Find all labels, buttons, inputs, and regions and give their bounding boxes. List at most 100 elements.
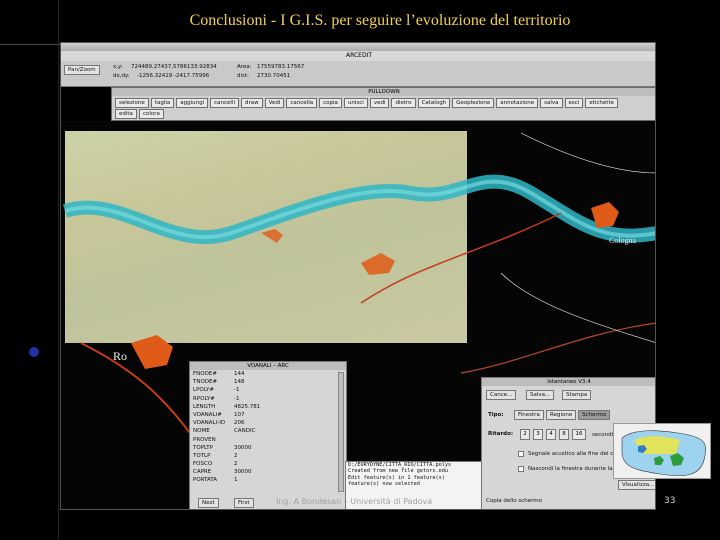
ritardo-option[interactable]: 4: [546, 429, 556, 440]
attribute-row: NOME CANDIC: [190, 427, 346, 435]
attribute-value[interactable]: 148: [234, 378, 245, 386]
attribute-value[interactable]: 2: [234, 452, 238, 460]
dietro-button[interactable]: dietro: [391, 98, 416, 108]
inset-map: [613, 423, 711, 479]
attribute-row: PORTATA 1: [190, 476, 346, 484]
attribute-value[interactable]: 30000: [234, 468, 252, 476]
cancella-button[interactable]: cancella: [286, 98, 318, 108]
attribute-row: FNODE# 144: [190, 370, 346, 378]
attribute-key: TOPLTP: [193, 444, 213, 451]
attribute-row: LENGTH 4825.781: [190, 403, 346, 411]
attribute-key: CAPRE: [193, 469, 212, 476]
attribute-window-title: VOANALI – ARC: [190, 362, 346, 370]
attribute-value[interactable]: CANDIC: [234, 427, 255, 435]
attribute-key: VOANALI#: [193, 411, 222, 418]
attribute-row: CAPRE 30000: [190, 468, 346, 476]
istantaneo-description: Copia dello schermo: [486, 498, 543, 504]
urban-area: [261, 229, 283, 243]
inset-map-graphic: [621, 430, 706, 477]
aggiungi-button[interactable]: aggiungi: [176, 98, 209, 108]
annotazione-button[interactable]: annotazione: [496, 98, 539, 108]
attribute-row: FOSCO 2: [190, 460, 346, 468]
gis-screenshot: ARCEDIT Pan/Zoom x,y: 724489.27437,57861…: [60, 42, 656, 510]
draw-button[interactable]: draw: [241, 98, 263, 108]
attribute-value[interactable]: 2: [234, 460, 238, 468]
attribute-row: RPOLY# -1: [190, 395, 346, 403]
attribute-row: TOTLP 2: [190, 452, 346, 460]
colora-button[interactable]: colora: [138, 109, 164, 119]
attribute-key: LENGTH: [193, 403, 216, 410]
console-line: feature(s) now selected: [348, 481, 420, 488]
attribute-row: VOANALI-ID 206: [190, 419, 346, 427]
tipo-schermo-option[interactable]: Schermo: [578, 410, 611, 420]
hide-window-checkbox[interactable]: [518, 466, 524, 472]
save-button[interactable]: Salva...: [526, 390, 555, 400]
attribute-row: TNODE# 148: [190, 378, 346, 386]
edita-button[interactable]: edita: [115, 109, 137, 119]
view-button[interactable]: Visualizza...: [618, 480, 655, 490]
taglia-button[interactable]: taglia: [150, 98, 175, 108]
attribute-scrollbar[interactable]: [338, 372, 344, 492]
pulldown-title: PULLDOWN: [112, 88, 655, 96]
geoplezione-button[interactable]: Geoplezione: [452, 98, 495, 108]
canal-line: [460, 322, 655, 374]
beep-checkbox[interactable]: [518, 451, 524, 457]
road-line: [520, 132, 655, 174]
urban-area: [361, 253, 395, 275]
slide-bullet-dot: [29, 347, 39, 357]
attribute-key: VOANALI-ID: [193, 420, 226, 427]
attribute-value[interactable]: 107: [234, 411, 245, 419]
tipo-regione-option[interactable]: Regione: [546, 410, 577, 420]
slide-rule: [0, 44, 60, 45]
vedi-2-button[interactable]: vedi: [369, 98, 390, 108]
tipo-finestra-option[interactable]: Finestra: [514, 410, 544, 420]
attribute-value[interactable]: 4825.781: [234, 403, 260, 411]
attribute-row: VOANALI# 107: [190, 411, 346, 419]
attribute-key: PROVEN: [193, 436, 216, 443]
attribute-key: NOME: [193, 428, 210, 435]
cancelli-button[interactable]: cancelli: [210, 98, 240, 108]
ritardo-option[interactable]: 2: [520, 429, 530, 440]
slide-footer: Ing. A Bondesan – Università di Padova: [276, 497, 433, 506]
attribute-key: PORTATA: [193, 477, 218, 484]
ritardo-option[interactable]: 3: [533, 429, 543, 440]
attribute-window: VOANALI – ARC FNODE# 144 TNODE# 148 LPOLY#…: [189, 361, 347, 509]
attribute-key: LPOLY#: [193, 387, 215, 394]
ritardo-option[interactable]: 16: [572, 429, 586, 440]
catalogh-button[interactable]: Catalogh: [417, 98, 451, 108]
first-button[interactable]: First: [234, 498, 254, 508]
attribute-row: PROVEN: [190, 436, 346, 444]
vedi-button[interactable]: Vedi: [264, 98, 285, 108]
slide-border-line: [58, 0, 59, 540]
attribute-value[interactable]: 1: [234, 476, 238, 484]
attribute-key: TNODE#: [193, 379, 218, 386]
toolbar-row-2: edita colora: [115, 109, 164, 119]
page-number: 33: [664, 496, 676, 506]
toolbar-row-1: selezione taglia aggiungi cancelli draw …: [115, 98, 619, 108]
attribute-list: FNODE# 144 TNODE# 148 LPOLY# -1 RPOLY# -1 LE…: [190, 370, 346, 485]
esci-button[interactable]: esci: [564, 98, 584, 108]
next-button[interactable]: Next: [198, 498, 219, 508]
salva-button[interactable]: salva: [540, 98, 563, 108]
slide-title: Conclusioni - I G.I.S. per seguire l’evo…: [189, 12, 571, 29]
road-line: [500, 272, 655, 343]
attribute-value[interactable]: 144: [234, 370, 245, 378]
cancel-button[interactable]: Cance...: [486, 390, 517, 400]
unisci-button[interactable]: unisci: [343, 98, 368, 108]
etichette-button[interactable]: etichette: [585, 98, 619, 108]
attribute-key: TOTLP: [193, 452, 211, 459]
attribute-value[interactable]: 30000: [234, 444, 252, 452]
attribute-key: FOSCO: [193, 461, 213, 468]
ritardo-option[interactable]: 8: [559, 429, 569, 440]
attribute-value[interactable]: -1: [234, 395, 239, 403]
attribute-value[interactable]: 206: [234, 419, 245, 427]
copia-button[interactable]: copia: [319, 98, 342, 108]
selezione-button[interactable]: selezione: [115, 98, 149, 108]
attribute-value[interactable]: -1: [234, 386, 239, 394]
istantaneo-title: Istantaneo V3.4: [482, 378, 655, 386]
pulldown-toolbar: PULLDOWN selezione taglia aggiungi cance…: [111, 87, 655, 121]
attribute-row: TOPLTP 30000: [190, 444, 346, 452]
print-button[interactable]: Stampa: [562, 390, 592, 400]
attribute-key: RPOLY#: [193, 395, 215, 402]
seconds-label: secondi: [592, 432, 614, 438]
